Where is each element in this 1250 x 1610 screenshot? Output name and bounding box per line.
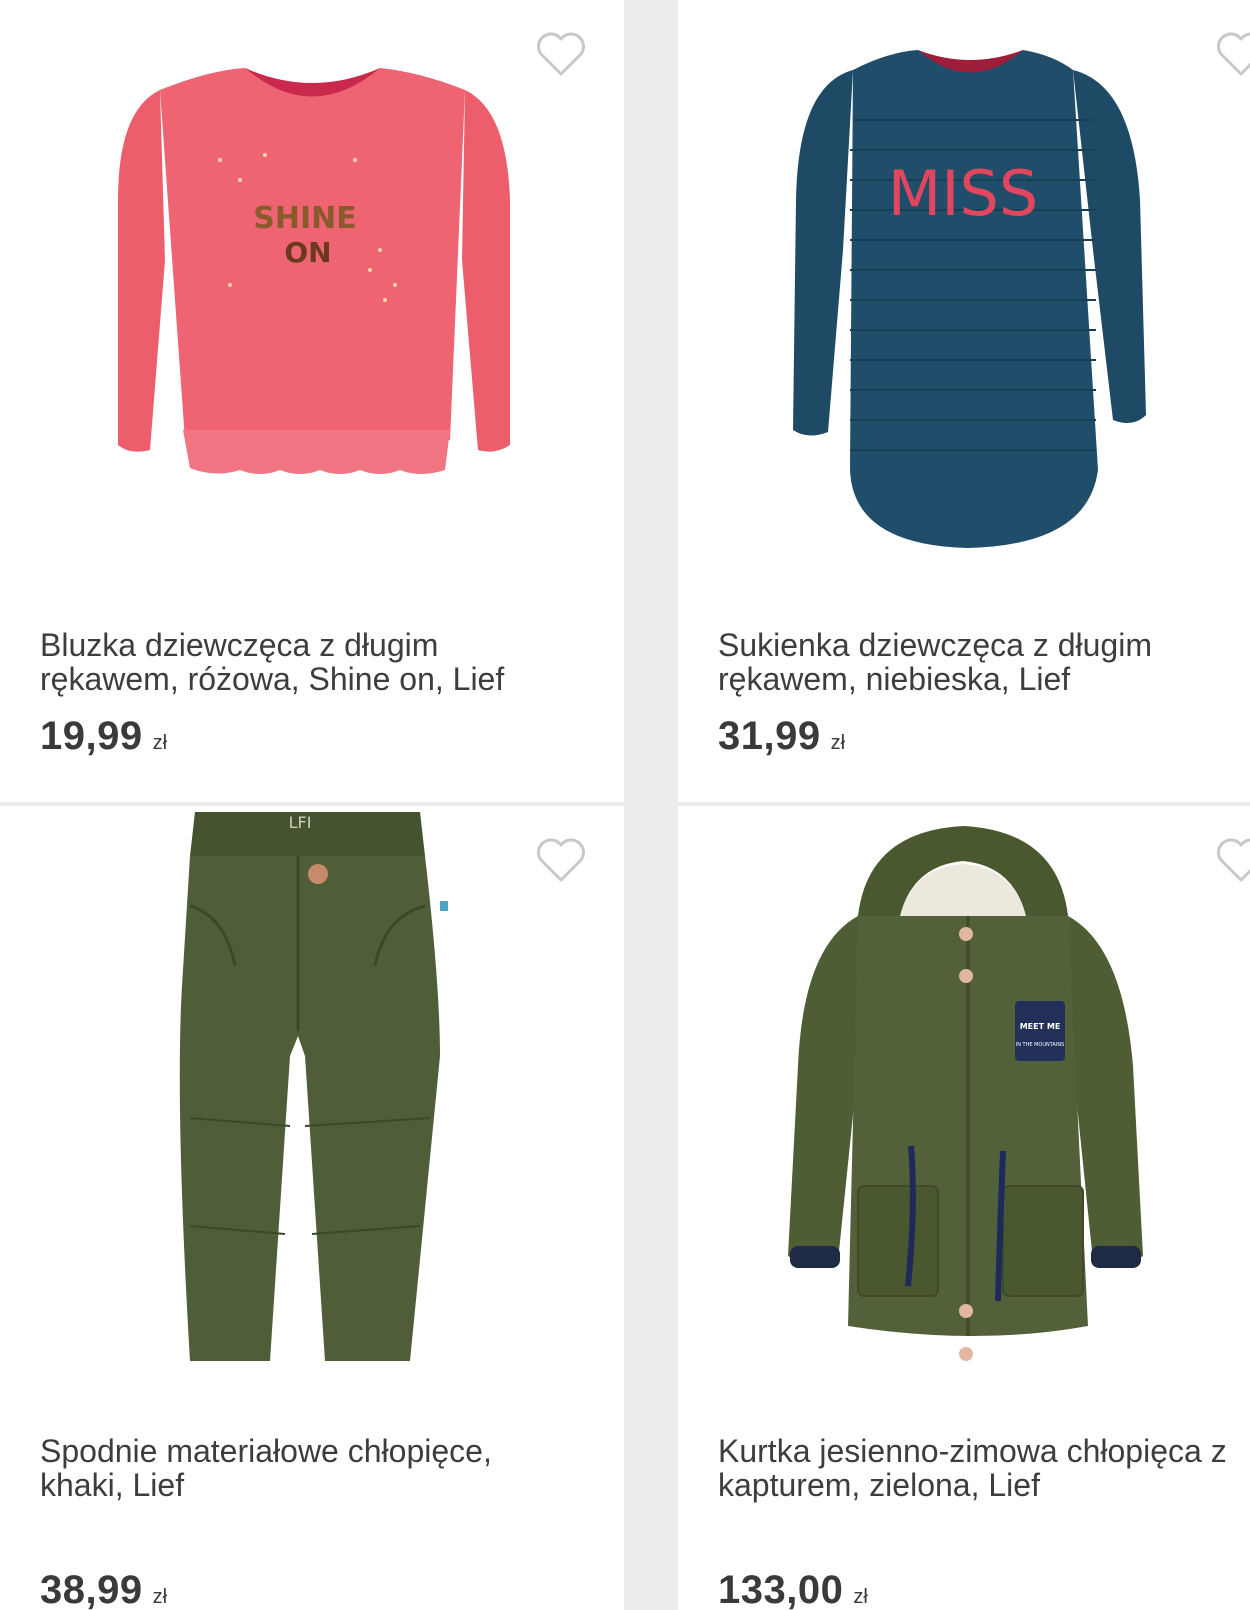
print-text: SHINE bbox=[253, 201, 356, 236]
product-image[interactable]: LFI bbox=[0, 806, 624, 1406]
price-currency: zł bbox=[830, 732, 846, 754]
price-amount: 38,99 bbox=[40, 1568, 143, 1610]
print-text: ON bbox=[284, 236, 331, 269]
favorite-heart-icon[interactable] bbox=[533, 30, 589, 80]
product-title[interactable]: Bluzka dziewczęca z długim rękawem, różo… bbox=[40, 628, 560, 696]
product-card[interactable]: MEET ME IN THE MOUNTAINS Kurtka jesienno… bbox=[678, 806, 1250, 1610]
product-price: 133,00 zł bbox=[718, 1568, 868, 1610]
print-text: IN THE MOUNTAINS bbox=[1016, 1042, 1065, 1048]
product-price: 31,99 zł bbox=[718, 714, 845, 759]
price-amount: 19,99 bbox=[40, 714, 143, 758]
favorite-heart-icon[interactable] bbox=[1213, 30, 1250, 80]
price-amount: 31,99 bbox=[718, 714, 821, 758]
price-currency: zł bbox=[853, 1586, 868, 1608]
price-currency: zł bbox=[152, 732, 168, 754]
favorite-heart-icon[interactable] bbox=[533, 836, 589, 886]
product-card[interactable]: SHINE ON Bluzka dziewczęca z długim ręka… bbox=[0, 0, 624, 802]
product-image[interactable]: MISS bbox=[678, 0, 1250, 600]
print-text: LFI bbox=[289, 813, 312, 832]
product-title[interactable]: Kurtka jesienno-zimowa chłopięca z kaptu… bbox=[718, 1434, 1250, 1502]
product-grid: SHINE ON Bluzka dziewczęca z długim ręka… bbox=[0, 0, 1250, 1610]
product-price: 38,99 zł bbox=[40, 1568, 167, 1610]
product-title[interactable]: Spodnie materiałowe chłopięce, khaki, Li… bbox=[40, 1434, 560, 1502]
favorite-heart-icon[interactable] bbox=[1213, 836, 1250, 886]
product-image[interactable]: MEET ME IN THE MOUNTAINS bbox=[678, 806, 1250, 1406]
price-amount: 133,00 bbox=[718, 1568, 844, 1610]
price-currency: zł bbox=[152, 1586, 168, 1608]
product-title[interactable]: Sukienka dziewczęca z długim rękawem, ni… bbox=[718, 628, 1250, 696]
product-card[interactable]: MISS Sukienka dziewczęca z długim rękawe… bbox=[678, 0, 1250, 802]
product-card[interactable]: LFI Spodnie materiałowe chłopięce, khaki… bbox=[0, 806, 624, 1610]
product-price: 19,99 zł bbox=[40, 714, 167, 759]
print-text: MEET ME bbox=[1020, 1022, 1061, 1031]
print-text: MISS bbox=[888, 157, 1039, 230]
product-image[interactable]: SHINE ON bbox=[0, 0, 624, 600]
